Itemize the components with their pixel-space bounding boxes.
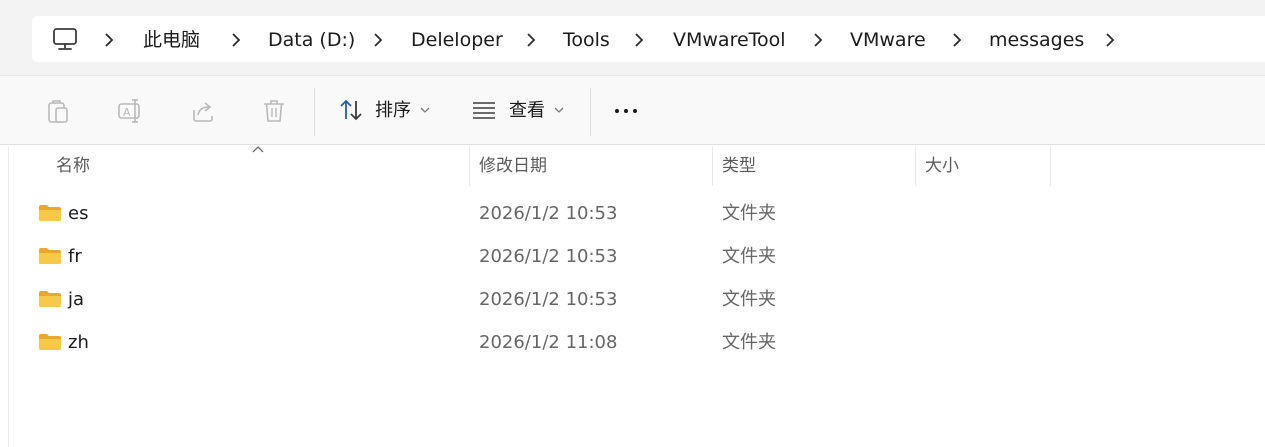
view-button[interactable]: 查看 [466,90,576,130]
chevron-right-icon [635,33,644,47]
file-row[interactable]: zh 2026/1/2 11:08 文件夹 [30,323,1030,363]
svg-text:A: A [123,106,131,119]
toolbar-separator [314,88,315,136]
column-separator[interactable] [915,146,916,186]
toolbar-separator [590,88,591,136]
sort-button[interactable]: 排序 [333,90,438,130]
breadcrumb-item-deleloper[interactable]: Deleloper [411,28,503,52]
sort-icon [340,99,362,121]
view-label: 查看 [509,100,545,121]
view-list-icon [473,102,495,119]
file-name: zh [68,332,89,353]
computer-icon[interactable] [52,26,78,52]
command-bar: A 排序 查看 [0,76,1265,145]
file-row[interactable]: ja 2026/1/2 10:53 文件夹 [30,280,1030,320]
chevron-right-icon [527,33,536,47]
delete-icon[interactable] [260,97,288,125]
column-header-date[interactable]: 修改日期 [479,146,547,186]
column-separator[interactable] [1050,146,1051,186]
breadcrumb-item-this-pc[interactable]: 此电脑 [143,28,200,52]
column-header-size[interactable]: 大小 [925,146,959,186]
sort-ascending-caret-icon [252,146,264,153]
file-name: es [68,203,89,224]
folder-icon [39,291,61,307]
file-date: 2026/1/2 10:53 [479,203,618,224]
file-name: fr [68,246,82,267]
chevron-right-icon [953,33,962,47]
folder-icon [39,205,61,221]
file-row[interactable]: es 2026/1/2 10:53 文件夹 [30,194,1030,234]
file-type: 文件夹 [722,332,776,353]
folder-icon [39,334,61,350]
chevron-right-icon [232,33,241,47]
chevron-down-icon [420,107,430,113]
breadcrumb-item-messages[interactable]: messages [989,28,1084,52]
breadcrumb-item-vmwaretool[interactable]: VMwareTool [673,28,786,52]
file-name: ja [68,289,85,310]
more-icon[interactable] [613,97,641,125]
rename-icon[interactable]: A [116,97,144,125]
chevron-down-icon [554,107,564,113]
chevron-right-icon [105,33,114,47]
file-date: 2026/1/2 10:53 [479,246,618,267]
column-header-name[interactable]: 名称 [56,146,90,186]
copy-icon[interactable] [44,97,72,125]
breadcrumb-item-tools[interactable]: Tools [563,28,610,52]
file-type: 文件夹 [722,203,776,224]
file-row[interactable]: fr 2026/1/2 10:53 文件夹 [30,237,1030,277]
chevron-right-icon [374,33,383,47]
folder-icon [39,248,61,264]
sort-label: 排序 [375,100,411,121]
share-icon[interactable] [189,97,217,125]
file-type: 文件夹 [722,289,776,310]
column-separator[interactable] [469,146,470,186]
breadcrumb-item-vmware[interactable]: VMware [850,28,926,52]
file-date: 2026/1/2 10:53 [479,289,618,310]
column-separator[interactable] [712,146,713,186]
file-date: 2026/1/2 11:08 [479,332,618,353]
file-type: 文件夹 [722,246,776,267]
breadcrumb-item-data-drive[interactable]: Data (D:) [268,28,355,52]
chevron-right-icon [814,33,823,47]
chevron-right-icon[interactable] [1104,31,1116,49]
column-header-type[interactable]: 类型 [722,146,756,186]
pane-left-border [8,146,9,447]
